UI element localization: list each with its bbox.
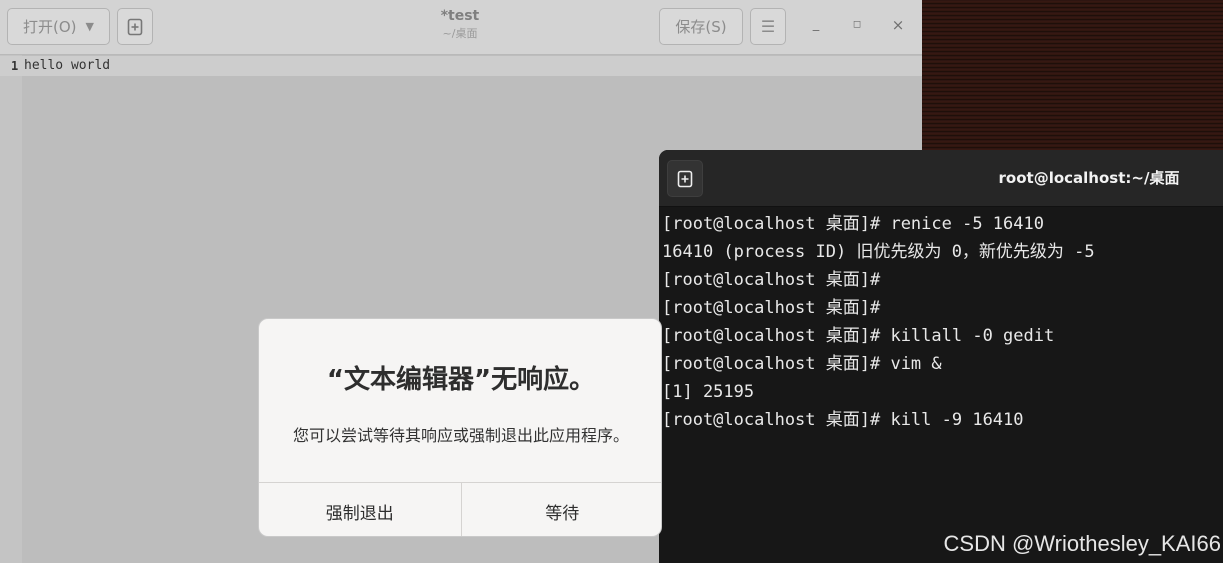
not-responding-dialog: “文本编辑器”无响应。 您可以尝试等待其响应或强制退出此应用程序。 强制退出 等… [258, 318, 662, 537]
minimize-button[interactable]: _ [807, 17, 825, 37]
line-number: 1 [11, 59, 19, 73]
close-button[interactable]: × [889, 16, 907, 36]
line-number-gutter [0, 55, 22, 563]
maximize-icon: ◻ [852, 19, 862, 30]
terminal-title: root@localhost:~/桌面 [998, 169, 1180, 187]
dialog-message: 您可以尝试等待其响应或强制退出此应用程序。 [292, 426, 629, 445]
document-path: ~/桌面 [442, 27, 478, 40]
terminal-line: [root@localhost 桌面]# vim & [662, 354, 942, 374]
menu-button[interactable]: ☰ [750, 8, 786, 45]
terminal-line: [root@localhost 桌面]# renice -5 16410 [662, 214, 1044, 234]
new-document-button[interactable] [117, 8, 153, 45]
terminal-headerbar: root@localhost:~/桌面 [659, 150, 1223, 207]
terminal-line: [1] 25195 [662, 382, 755, 402]
title-block: *test ~/桌面 [380, 6, 540, 42]
terminal-line: [root@localhost 桌面]# killall -0 gedit [662, 326, 1055, 346]
hamburger-menu-icon: ☰ [760, 17, 776, 36]
dialog-title: “文本编辑器”无响应。 [326, 365, 596, 395]
watermark: CSDN @Wriothesley_KAI66 [943, 531, 1221, 556]
minimize-icon: _ [812, 17, 820, 32]
terminal-line: 16410 (process ID) 旧优先级为 0，新优先级为 -5 [662, 242, 1095, 262]
editor-line[interactable]: 1 hello world [0, 56, 922, 76]
open-button[interactable]: 打开(O) ▼ [7, 8, 110, 45]
open-button-label: 打开(O) [23, 18, 77, 36]
terminal-output[interactable]: [root@localhost 桌面]# renice -5 16410 164… [662, 210, 1220, 434]
gedit-headerbar: 打开(O) ▼ *test ~/桌面 保存(S) ☰ _ ◻ × [0, 0, 922, 55]
document-title: *test [440, 8, 480, 24]
terminal-line: [root@localhost 桌面]# kill -9 16410 [662, 410, 1024, 430]
close-icon: × [891, 16, 905, 34]
desktop-wallpaper [922, 0, 1223, 160]
maximize-button[interactable]: ◻ [848, 19, 866, 39]
dialog-button-row: 强制退出 等待 [259, 482, 662, 536]
terminal-line: [root@localhost 桌面]# [662, 270, 881, 290]
terminal-window: root@localhost:~/桌面 [root@localhost 桌面]#… [659, 150, 1223, 563]
line-text: hello world [24, 58, 111, 73]
force-quit-button[interactable]: 强制退出 [259, 483, 461, 536]
chevron-down-icon: ▼ [85, 20, 94, 33]
save-button-label: 保存(S) [675, 18, 727, 36]
new-document-icon [127, 18, 143, 35]
save-button[interactable]: 保存(S) [659, 8, 743, 45]
new-tab-button[interactable] [667, 160, 703, 197]
terminal-line: [root@localhost 桌面]# [662, 298, 881, 318]
wait-button[interactable]: 等待 [460, 483, 662, 536]
new-tab-icon [677, 170, 693, 187]
